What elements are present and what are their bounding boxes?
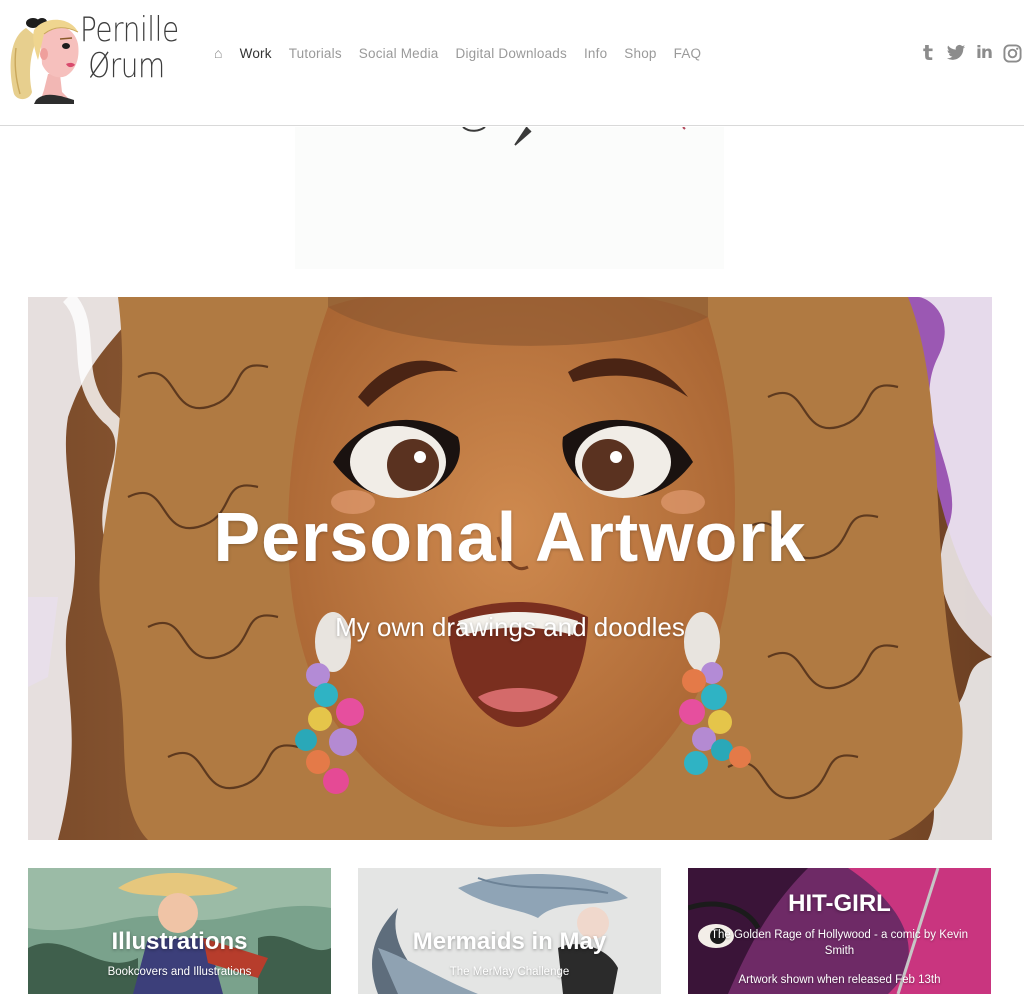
- card-illustrations-subtitle: Bookcovers and Illustrations: [107, 966, 252, 978]
- social-links: t in: [918, 42, 1022, 64]
- nav-home-icon[interactable]: ⌂: [214, 45, 223, 61]
- hero-title: Personal Artwork: [213, 498, 807, 576]
- nav-item-tutorials[interactable]: Tutorials: [289, 46, 342, 61]
- logo-name-last: Ørum: [88, 46, 165, 86]
- nav-item-faq[interactable]: FAQ: [674, 46, 702, 61]
- linkedin-icon[interactable]: in: [974, 42, 994, 64]
- site-header: Pernille Ørum ⌂ Work Tutorials Social Me…: [0, 0, 1024, 126]
- nav-item-digital-downloads[interactable]: Digital Downloads: [456, 46, 567, 61]
- card-hit-girl-title: HIT-GIRL: [788, 890, 891, 917]
- nav-item-info[interactable]: Info: [584, 46, 607, 61]
- card-mermaids-in-may[interactable]: Mermaids in May The MerMay Challenge: [358, 868, 661, 994]
- twitter-icon[interactable]: [946, 42, 966, 64]
- tumblr-icon[interactable]: t: [918, 42, 938, 64]
- nav-item-social-media[interactable]: Social Media: [359, 46, 439, 61]
- instagram-icon[interactable]: [1002, 42, 1022, 64]
- card-hit-girl-release-note: Artwork shown when released Feb 13th: [738, 974, 941, 986]
- card-mermaids-subtitle: The MerMay Challenge: [449, 966, 570, 978]
- nav-item-work[interactable]: Work: [240, 46, 272, 61]
- card-illustrations-title: Illustrations: [111, 928, 248, 955]
- hero-subtitle: My own drawings and doodles: [335, 612, 685, 642]
- card-mermaids-title: Mermaids in May: [412, 928, 607, 955]
- card-hit-girl-subtitle: The Golden Rage of Hollywood - a comic b…: [711, 929, 968, 957]
- nav-item-shop[interactable]: Shop: [624, 46, 656, 61]
- site-logo-text: Pernille Ørum: [80, 12, 179, 84]
- card-illustrations[interactable]: Illustrations Bookcovers and Illustratio…: [28, 868, 331, 994]
- logo-name-first: Pernille: [80, 10, 179, 50]
- previous-gallery-image[interactable]: [295, 126, 724, 269]
- main-nav: ⌂ Work Tutorials Social Media Digital Do…: [214, 45, 718, 61]
- card-hit-girl[interactable]: HIT-GIRL The Golden Rage of Hollywood - …: [688, 868, 991, 994]
- hero-personal-artwork[interactable]: Personal Artwork My own drawings and doo…: [28, 297, 992, 840]
- previous-image-sketch: [462, 126, 686, 146]
